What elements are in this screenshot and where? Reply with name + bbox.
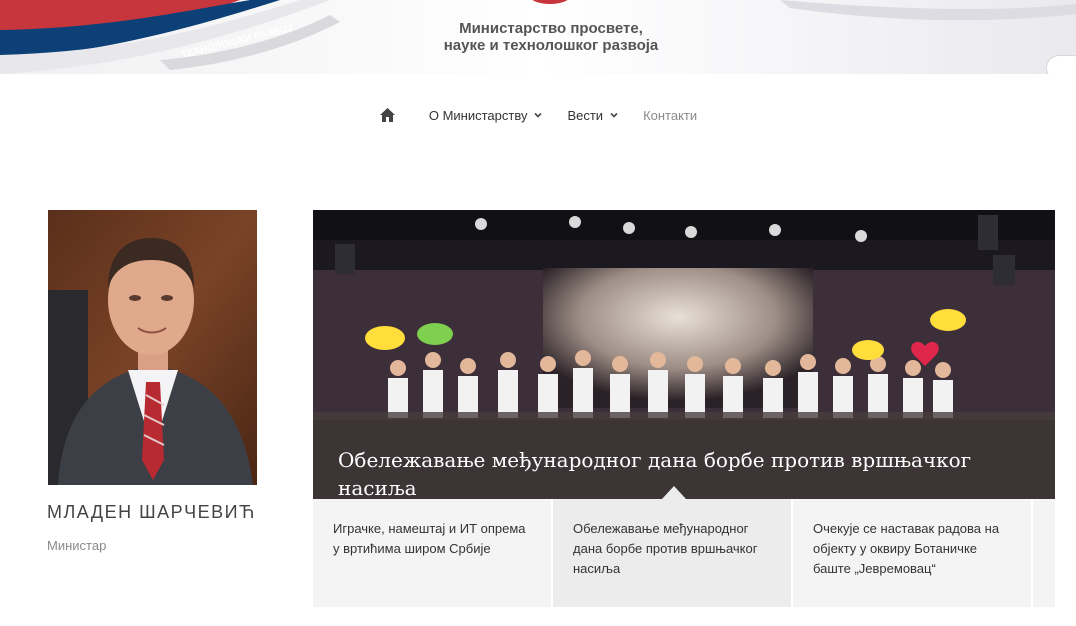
slider-thumb-text: Играчке, намештај и ИТ опрема у вртићима…: [333, 521, 526, 556]
slide-caption[interactable]: Обележавање међународног дана борбе прот…: [338, 446, 1038, 502]
minister-photo[interactable]: [48, 210, 257, 485]
nav-item-about[interactable]: О Министарству: [429, 108, 544, 123]
slider-thumb[interactable]: Очекује се наставак радова на објекту у …: [793, 499, 1033, 607]
slider-thumb[interactable]: Играчке, намештај и ИТ опрема у вртићима…: [313, 499, 553, 607]
chevron-down-icon: [534, 112, 543, 118]
minister-name[interactable]: МЛАДЕН ШАРЧЕВИЋ: [47, 502, 256, 523]
slider-thumb-text: Обележавање међународног дана борбе прот…: [573, 521, 758, 576]
ministry-title-line2: науке и технолошког развоја: [443, 37, 659, 54]
home-icon: [379, 106, 397, 124]
header-banner: ТЕХНОЛОШКИ РАЗВОЈ Министарство просвете,…: [0, 0, 1076, 74]
slider-thumb-partial[interactable]: [1033, 499, 1055, 607]
nav-item-news[interactable]: Вести: [567, 108, 619, 123]
nav-item-about-label: О Министарству: [428, 107, 528, 123]
pause-icon[interactable]: [313, 210, 331, 228]
ministry-title[interactable]: Министарство просвете, науке и технолошк…: [420, 20, 682, 54]
nav-item-news-label: Вести: [567, 107, 604, 123]
nav-home[interactable]: [379, 106, 405, 124]
minister-role: Министар: [47, 538, 107, 553]
main-nav: О Министарству Вести Контакти: [0, 100, 1076, 130]
slider-thumbnails: Играчке, намештај и ИТ опрема у вртићима…: [313, 499, 1055, 607]
chevron-down-icon: [610, 112, 618, 118]
search-toggle[interactable]: [1046, 55, 1076, 74]
slider-thumb-text: Очекује се наставак радова на објекту у …: [813, 521, 1000, 576]
nav-item-contacts[interactable]: Контакти: [643, 108, 697, 123]
nav-item-contacts-label: Контакти: [643, 107, 698, 123]
slider-thumb-active[interactable]: Обележавање међународног дана борбе прот…: [553, 499, 793, 607]
ministry-title-line1: Министарство просвете,: [459, 20, 643, 37]
active-slide-caret: [662, 486, 686, 499]
